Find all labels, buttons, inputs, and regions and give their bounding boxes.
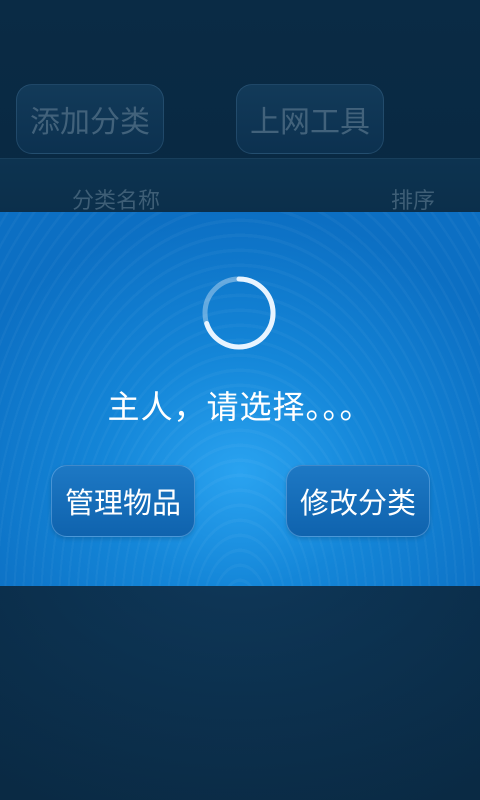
edit-category-button[interactable]: 修改分类 [286,465,430,537]
sort-order-column-header: 排序 [391,189,436,214]
app-screen: 添加分类 上网工具 分类名称 排序 主人，请选择。。。 管理物品 修改分类 [0,0,480,800]
net-tools-button[interactable]: 上网工具 [236,84,384,154]
manage-items-button[interactable]: 管理物品 [51,465,195,537]
category-list-header: 分类名称 排序 [0,158,480,214]
add-category-button[interactable]: 添加分类 [16,84,164,154]
dialog-message: 主人，请选择。。。 [107,388,373,426]
category-name-column-header: 分类名称 [72,189,161,214]
choice-dialog: 主人，请选择。。。 管理物品 修改分类 [0,212,480,586]
loading-spinner-icon [202,276,276,350]
